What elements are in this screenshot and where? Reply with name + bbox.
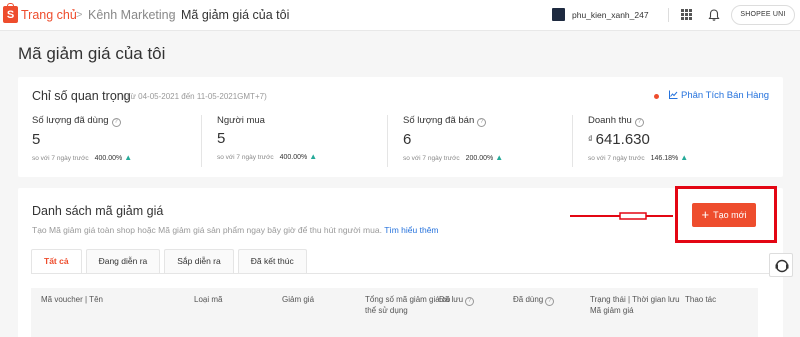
key-metrics-card: Chỉ số quan trọng (Từ 04-05-2021 đến 11-…: [18, 77, 783, 177]
arrow-up-icon: ▲: [495, 153, 504, 162]
help-icon[interactable]: ?: [545, 297, 555, 306]
metric-value: 6: [403, 131, 412, 148]
breadcrumb-separator: >: [169, 9, 176, 21]
column-header-saved: Đã lưu?: [439, 294, 475, 306]
avatar[interactable]: [552, 8, 565, 21]
breadcrumb-separator: >: [76, 9, 83, 21]
chat-support-button[interactable]: [769, 253, 793, 277]
annotation-highlight: [675, 186, 777, 243]
tab-ongoing[interactable]: Đang diễn ra: [85, 249, 161, 273]
voucher-list-title: Danh sách mã giảm giá: [32, 204, 164, 218]
arrow-up-icon: ▲: [309, 152, 318, 161]
metric-revenue: Doanh thu? ₫ 641.630 so với 7 ngày trước 1…: [588, 115, 689, 162]
metric-buyers: Người mua 5 so với 7 ngày trước 400.00% ▲: [217, 115, 318, 161]
learn-more-link[interactable]: Tìm hiểu thêm: [384, 225, 438, 235]
apps-grid-icon[interactable]: [681, 9, 692, 20]
metric-value: 5: [217, 130, 226, 147]
column-header-actions: Thao tác: [685, 295, 717, 304]
divider: [201, 115, 202, 167]
metric-value: ₫ 641.630: [588, 131, 650, 148]
voucher-list-description: Tạo Mã giảm giá toàn shop hoặc Mã giảm g…: [32, 225, 439, 235]
arrow-up-icon: ▲: [680, 153, 689, 162]
top-navbar: S Trang chủ > Kênh Marketing > Mã giảm g…: [0, 0, 800, 31]
column-header-code: Mã voucher | Tên: [41, 295, 103, 304]
bell-icon[interactable]: [707, 8, 721, 22]
divider: [31, 273, 772, 274]
headset-icon: [775, 259, 789, 273]
line-chart-icon: [669, 90, 678, 99]
metric-sold: Số lượng đã bán? 6 so với 7 ngày trước 20…: [403, 115, 504, 162]
arrow-up-icon: ▲: [124, 153, 133, 162]
help-icon[interactable]: ?: [634, 118, 644, 127]
shopee-uni-button[interactable]: SHOPEE UNI: [731, 5, 795, 25]
breadcrumb-home[interactable]: Trang chủ: [21, 8, 77, 22]
key-metrics-title: Chỉ số quan trọng: [32, 89, 131, 103]
column-header-type: Loại mã: [194, 295, 223, 304]
table-header: Mã voucher | Tên Loại mã Giảm giá Tổng s…: [31, 288, 758, 337]
sales-analysis-link[interactable]: Phân Tích Bán Hàng: [669, 90, 769, 101]
username[interactable]: phu_kien_xanh_247: [572, 10, 649, 20]
metric-value: 5: [32, 131, 41, 148]
notification-dot: [654, 94, 659, 99]
shopee-logo-icon[interactable]: S: [3, 3, 18, 23]
column-header-discount: Giảm giá: [282, 295, 315, 304]
help-icon[interactable]: ?: [477, 118, 487, 127]
annotation-arrow: [570, 212, 673, 220]
column-header-used: Đã dùng?: [513, 294, 555, 306]
date-range: (Từ 04-05-2021 đến 11-05-2021GMT+7): [123, 92, 267, 101]
breadcrumb-marketing[interactable]: Kênh Marketing: [88, 8, 176, 22]
tab-all[interactable]: Tất cả: [31, 249, 82, 273]
metric-used: Số lượng đã dùng? 5 so với 7 ngày trước 4…: [32, 115, 133, 162]
help-icon[interactable]: ?: [111, 118, 121, 127]
tab-ended[interactable]: Đã kết thúc: [237, 249, 307, 273]
tab-upcoming[interactable]: Sắp diễn ra: [164, 249, 234, 273]
breadcrumb-current: Mã giảm giá của tôi: [181, 8, 290, 22]
help-icon[interactable]: ?: [465, 297, 475, 306]
divider: [387, 115, 388, 167]
column-header-status: Trạng thái | Thời gian lưu Mã giảm giá: [590, 295, 680, 315]
divider: [668, 8, 669, 22]
status-tabs: Tất cả Đang diễn ra Sắp diễn ra Đã kết t…: [31, 249, 311, 273]
divider: [572, 115, 573, 167]
page-title: Mã giảm giá của tôi: [18, 44, 166, 63]
